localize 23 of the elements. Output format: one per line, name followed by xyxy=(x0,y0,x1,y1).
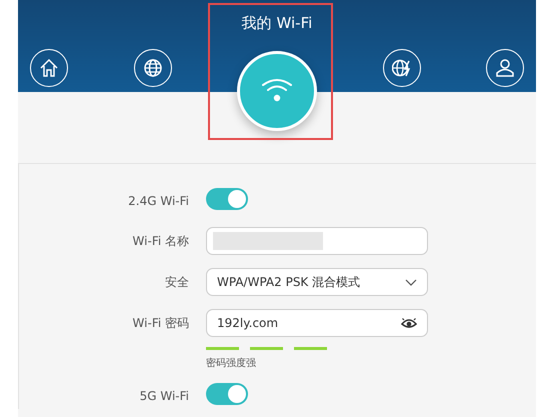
nav-button[interactable] xyxy=(30,49,68,87)
field-label: Wi-Fi 密码 xyxy=(132,314,189,332)
nav-button[interactable] xyxy=(486,49,524,87)
home-icon xyxy=(39,58,59,78)
field-label: 5G Wi-Fi xyxy=(138,389,189,403)
toggle-switch[interactable] xyxy=(206,188,248,210)
globe-bolt-icon xyxy=(392,58,412,78)
globe-icon xyxy=(142,58,162,78)
strength-label: 密码强度强 xyxy=(206,356,257,370)
field-label: 2.4G Wi-Fi xyxy=(127,194,189,208)
nav-button[interactable] xyxy=(134,49,172,87)
nav-button[interactable] xyxy=(382,49,420,87)
name-field[interactable] xyxy=(206,227,428,255)
chevron-down-icon xyxy=(405,278,417,286)
eye-icon[interactable] xyxy=(401,317,417,329)
nav-button[interactable] xyxy=(237,51,317,131)
security-dropdown[interactable]: WPA/WPA2 PSK 混合模式 xyxy=(206,268,428,296)
password-field[interactable]: 192ly.com xyxy=(206,309,428,337)
field-label: 安全 xyxy=(164,274,189,290)
toggle-switch[interactable] xyxy=(206,383,248,405)
user-icon xyxy=(495,58,515,78)
page-title: 我的 Wi-Fi xyxy=(242,14,312,33)
field-label: Wi-Fi 名称 xyxy=(132,232,189,250)
